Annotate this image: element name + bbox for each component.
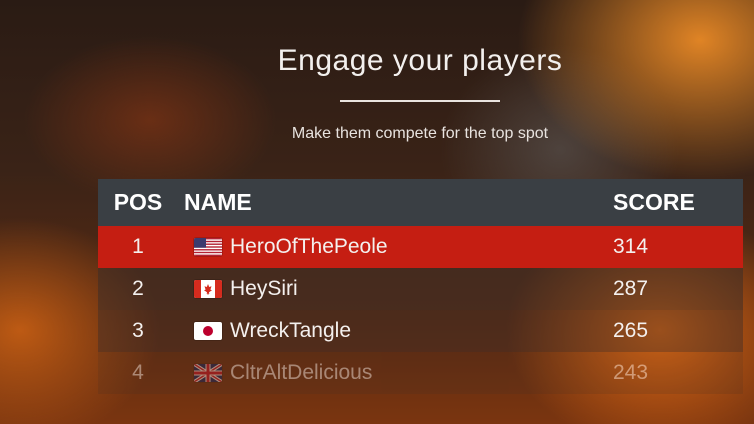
leaderboard-row[interactable]: 2 HeySiri 287 xyxy=(98,268,743,310)
row-score: 287 xyxy=(613,277,649,300)
leaderboard: POS NAME SCORE 1 HeroOfThePeole 314 2 He… xyxy=(98,179,743,394)
header-score: SCORE xyxy=(613,189,695,215)
leaderboard-row[interactable]: 1 HeroOfThePeole 314 xyxy=(98,226,743,268)
page-title: Engage your players xyxy=(277,44,563,77)
row-name: HeroOfThePeole xyxy=(230,235,388,258)
row-pos: 2 xyxy=(132,277,144,300)
row-name: WreckTangle xyxy=(230,319,351,342)
page-subtitle: Make them compete for the top spot xyxy=(291,125,549,142)
leaderboard-row[interactable]: 3 WreckTangle 265 xyxy=(98,310,743,352)
row-name: HeySiri xyxy=(230,277,298,300)
row-pos: 1 xyxy=(132,235,144,258)
row-name: CltrAltDelicious xyxy=(230,361,373,384)
leaderboard-row[interactable]: 4 CltrAltDelicious 243 xyxy=(98,352,743,394)
us-flag-icon xyxy=(194,238,222,256)
header-name: NAME xyxy=(184,189,252,215)
title-divider xyxy=(340,100,500,102)
row-score: 243 xyxy=(613,361,649,384)
row-pos: 3 xyxy=(132,319,144,342)
row-pos: 4 xyxy=(132,361,144,384)
row-score: 314 xyxy=(613,235,649,258)
row-score: 265 xyxy=(613,319,649,342)
leaderboard-header: POS NAME SCORE xyxy=(98,179,743,226)
uk-flag-icon xyxy=(194,364,222,382)
ca-flag-icon xyxy=(194,280,222,298)
header-pos: POS xyxy=(113,189,163,215)
jp-flag-icon xyxy=(194,322,222,340)
